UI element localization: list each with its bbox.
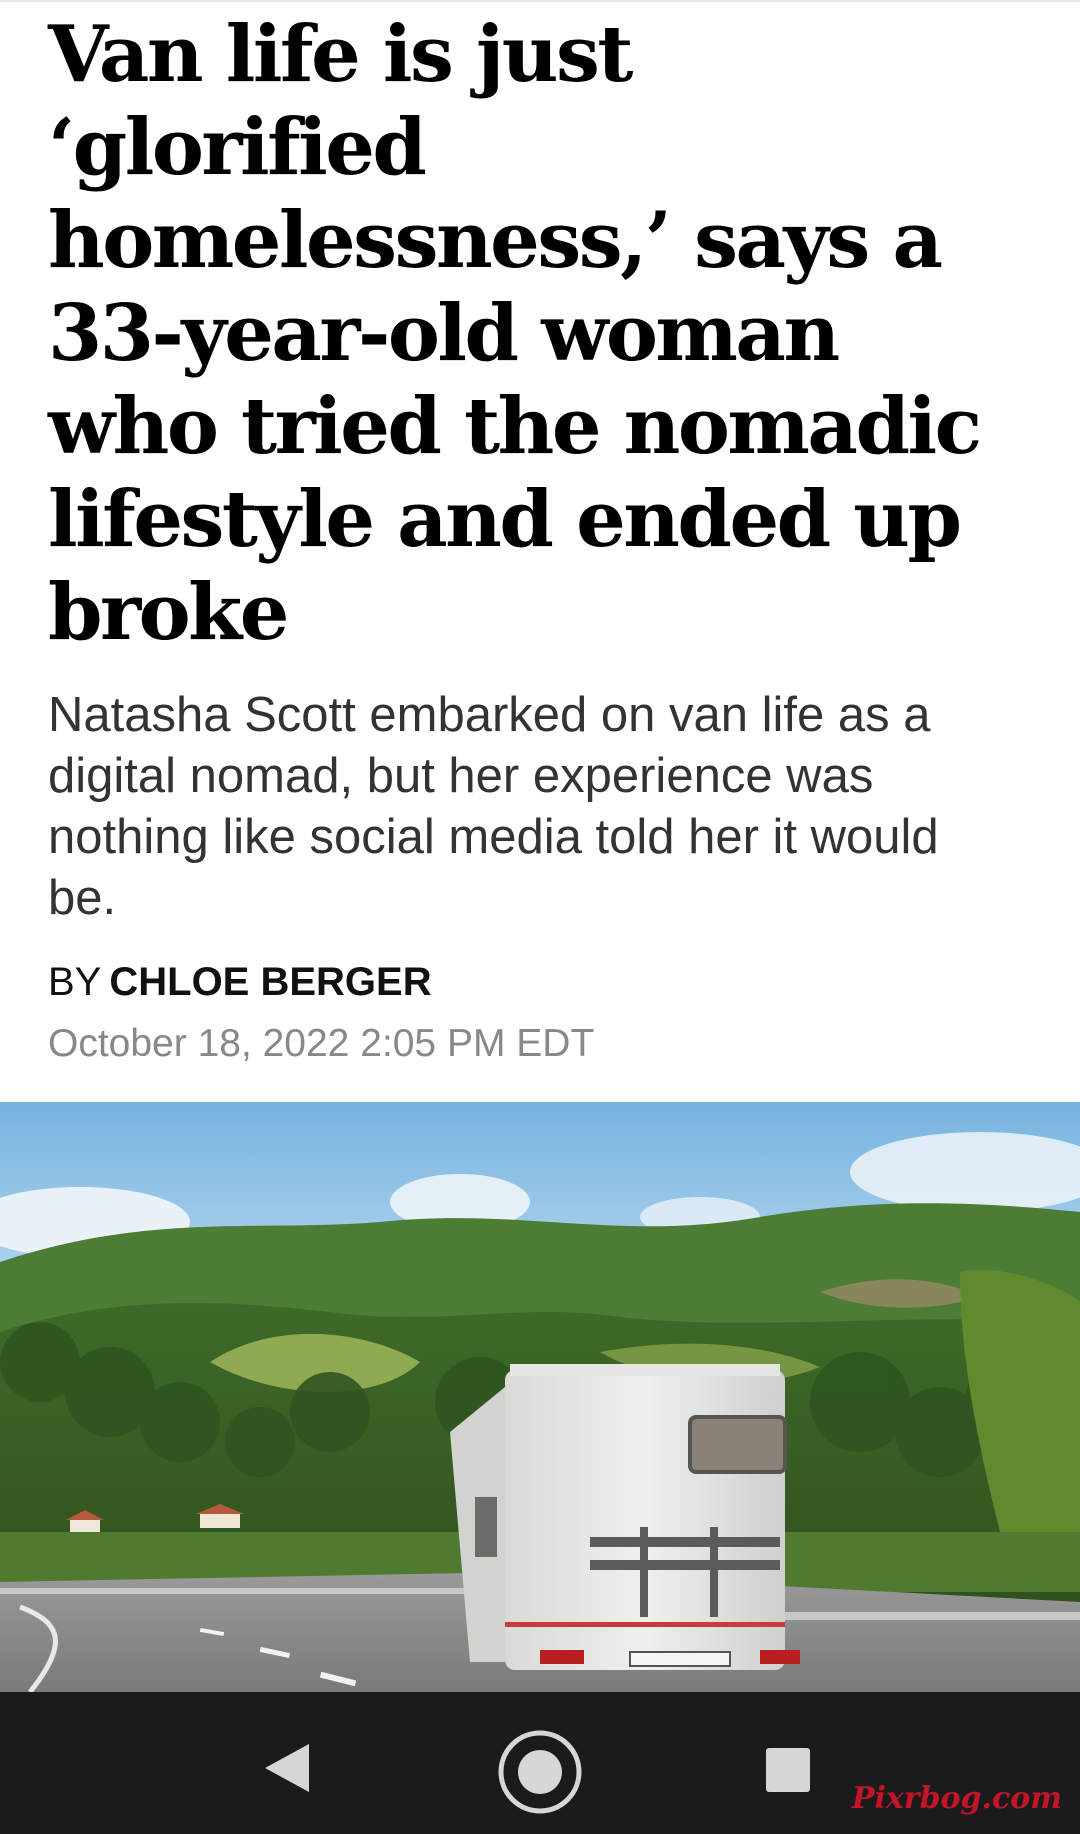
dek-line: digital nomad, but her experience was [48,749,874,803]
headline-line: ‘glorified [48,102,427,193]
headline-line: who tried the nomadic [48,381,982,472]
headline: Van life is just ‘glorified homelessness… [48,0,1048,659]
watermark: Pixrbog.com [851,1781,1062,1816]
dek-line: nothing like social media told her it wo… [48,810,939,864]
recents-icon[interactable] [764,1746,812,1794]
headline-line: broke [48,567,289,658]
hero-image [0,1102,1080,1692]
headline-line: Van life is just [48,9,633,100]
back-icon[interactable] [263,1742,311,1794]
system-navigation-bar: Pixrbog.com [0,1692,1080,1834]
article-dek: Natasha Scott embarked on van life as a … [48,685,1038,929]
author-link[interactable]: CHLOE BERGER [109,960,431,1004]
article-header: Van life is just ‘glorified homelessness… [48,0,1048,1065]
home-icon[interactable] [496,1728,584,1816]
byline: BY CHLOE BERGER [48,960,432,1005]
dek-line: Natasha Scott embarked on van life as a [48,688,931,742]
headline-line: homelessness,’ says a [48,195,943,286]
headline-line: lifestyle and ended up [48,474,962,565]
publish-timestamp: October 18, 2022 2:05 PM EDT [48,1022,595,1065]
dek-line: be. [48,871,117,925]
byline-prefix: BY [48,960,102,1004]
headline-line: 33-year-old woman [48,288,840,379]
